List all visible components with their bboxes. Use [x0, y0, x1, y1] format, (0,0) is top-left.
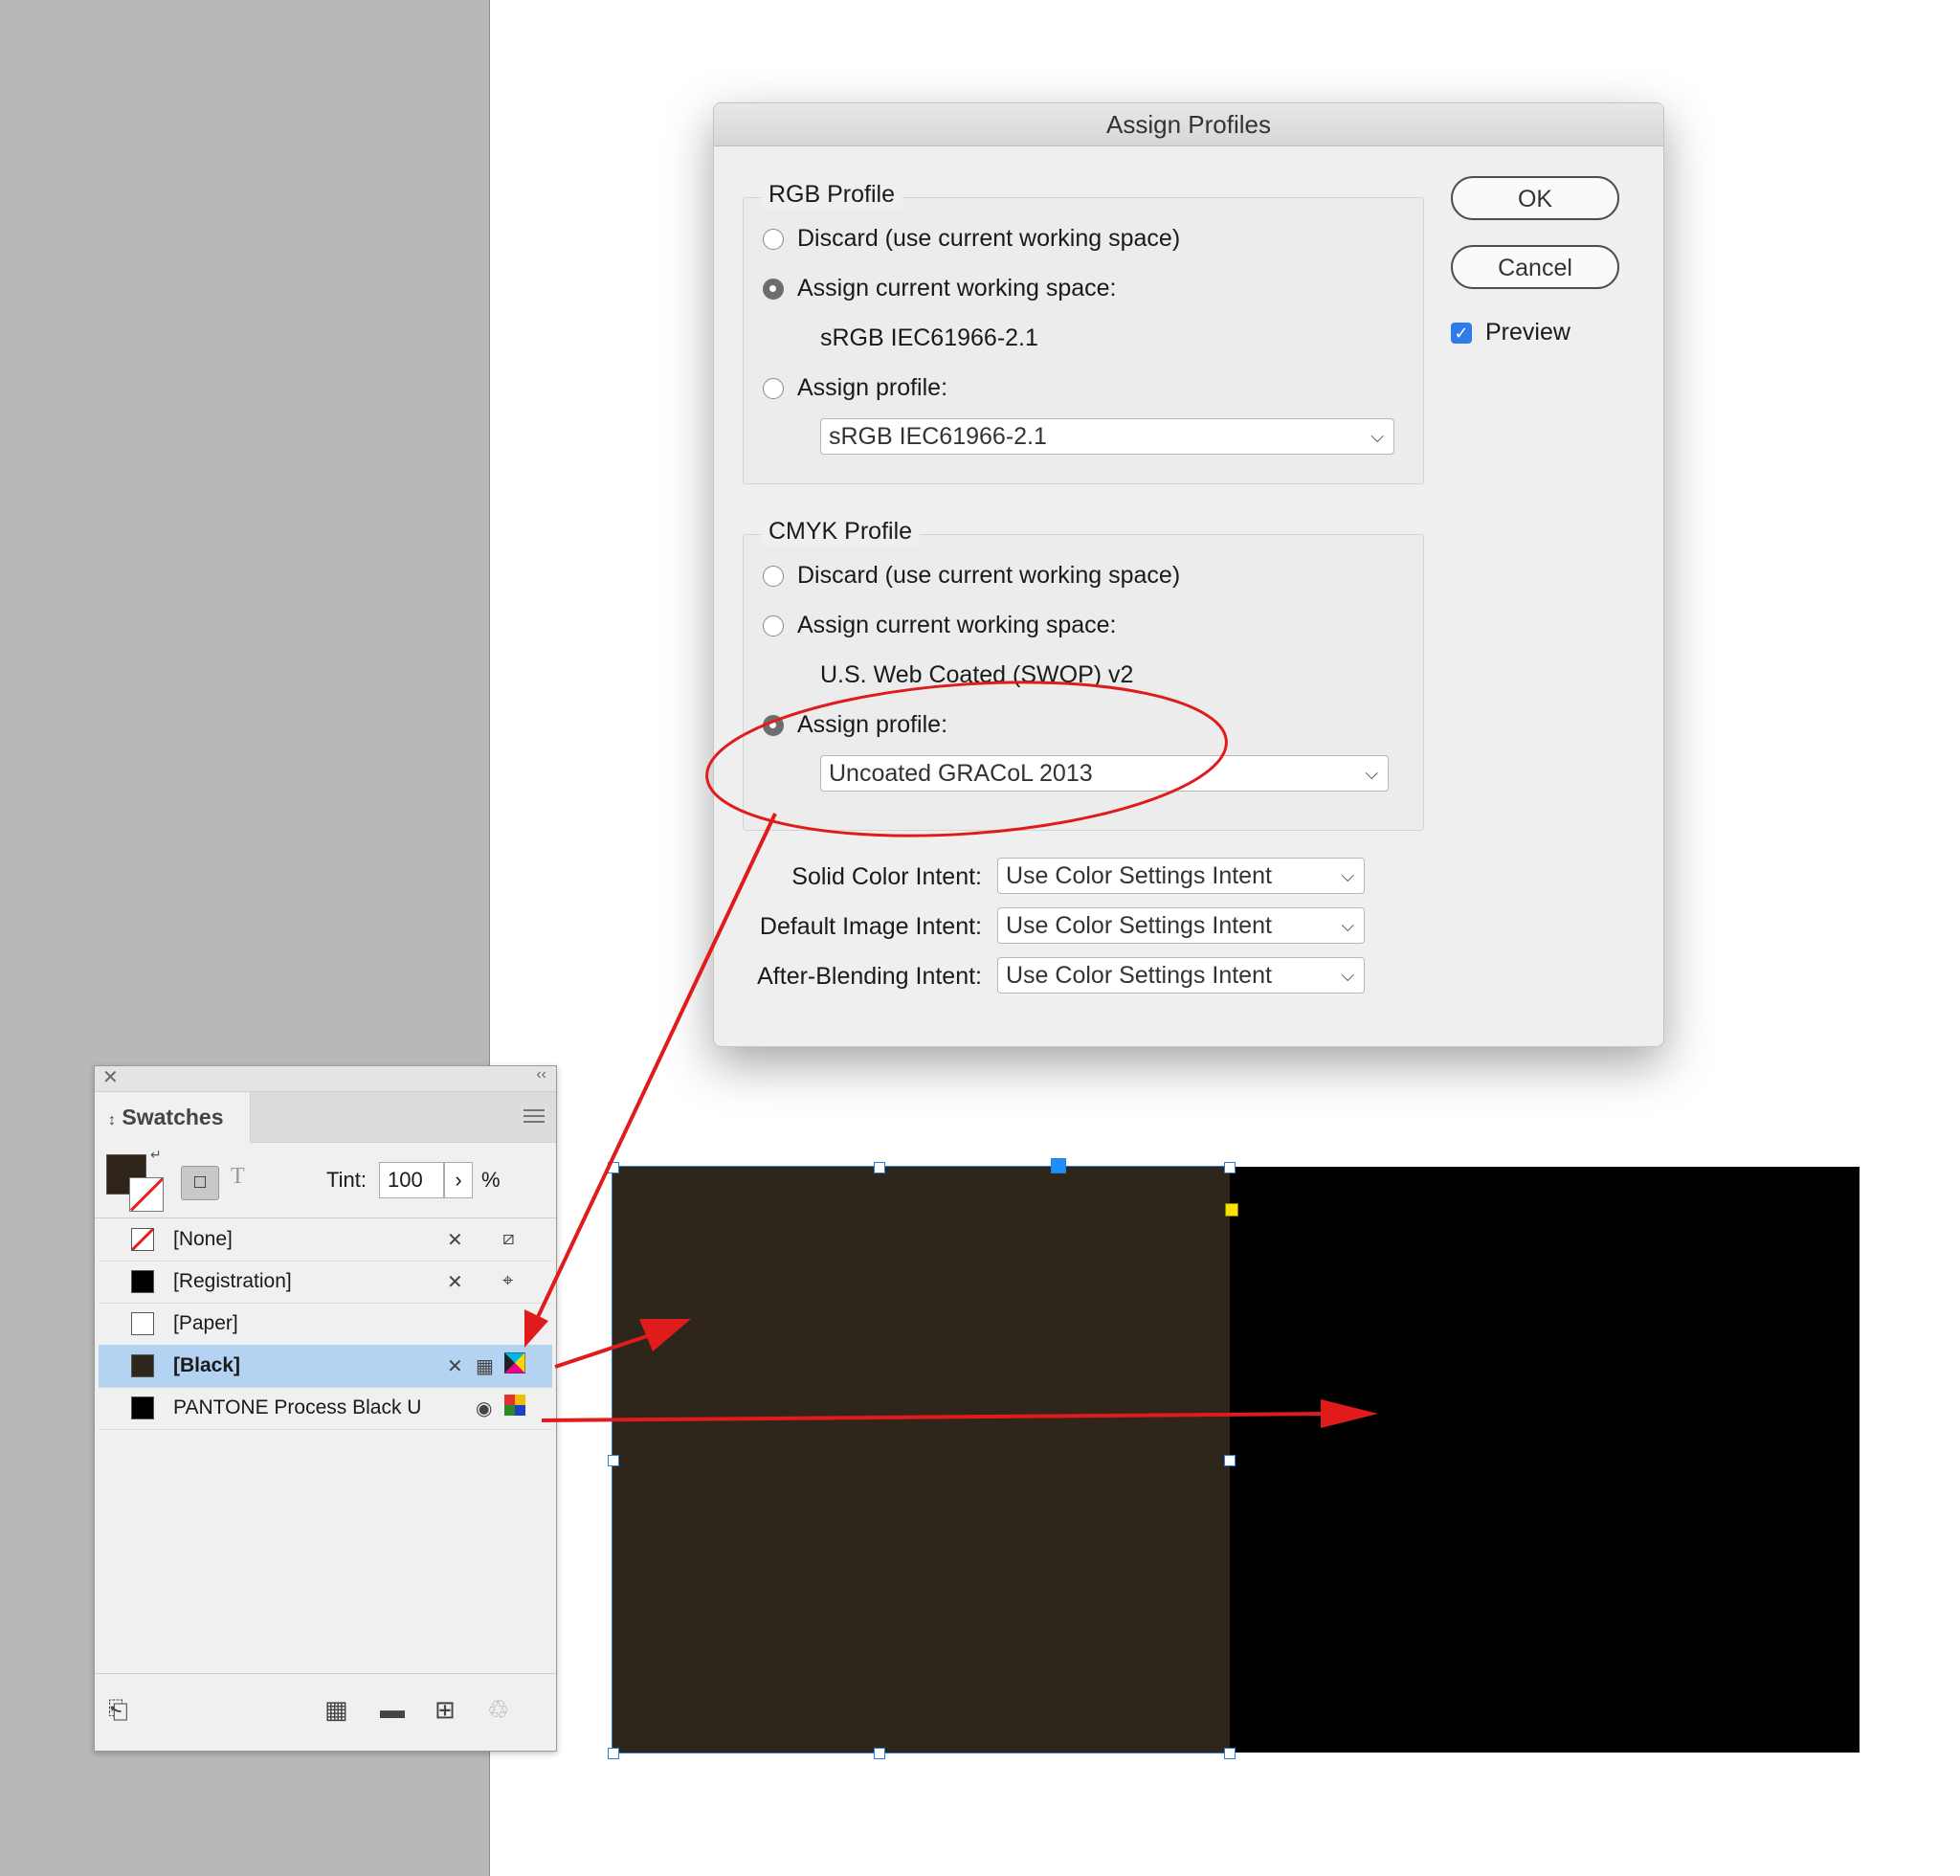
annotation-ellipse	[705, 681, 1228, 838]
annotation-overlay	[524, 681, 1378, 1428]
annotation-arrowhead	[1321, 1399, 1378, 1428]
annotation-arrow-line	[541, 1412, 1331, 1422]
annotation-arrowhead	[639, 1319, 691, 1351]
annotation-arrowhead	[524, 1309, 548, 1348]
annotation-arrow-line	[536, 813, 777, 1318]
